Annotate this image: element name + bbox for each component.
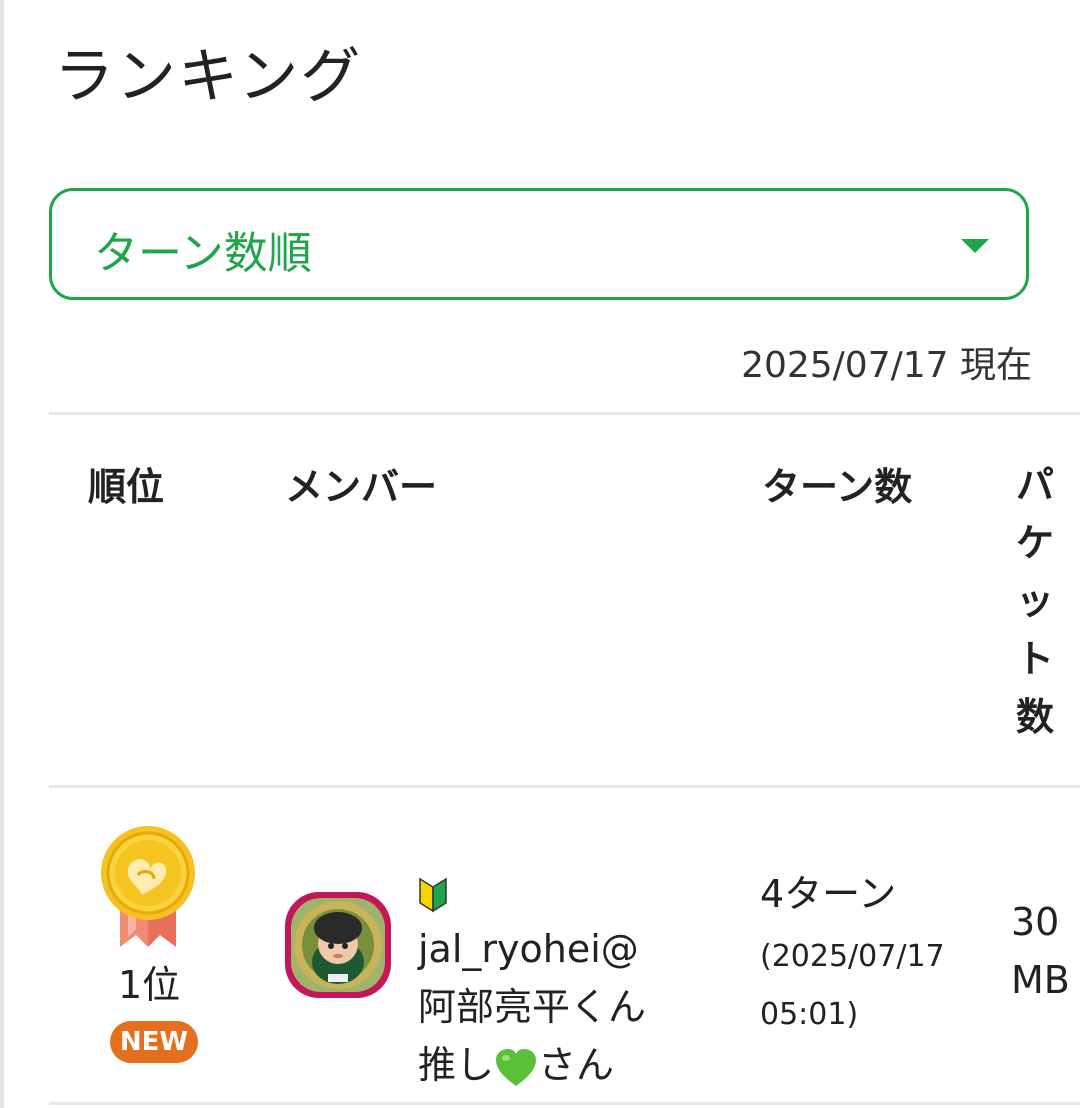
column-header-member: メンバー: [285, 465, 438, 509]
row-divider: [49, 1102, 1080, 1105]
column-header-rank: 順位: [88, 465, 165, 509]
table-top-divider: [49, 412, 1080, 415]
new-badge: NEW: [110, 1021, 198, 1063]
column-header-packets: パ ケ ッ ト 数: [1015, 463, 1054, 739]
left-edge-divider: [0, 0, 4, 1108]
turn-timestamp: (2025/07/17 05:01): [760, 939, 945, 1032]
avatar[interactable]: [283, 890, 393, 1000]
sort-selected-label: ターン数順: [94, 228, 312, 279]
sort-dropdown[interactable]: ターン数順: [49, 188, 1029, 300]
caret-down-icon: [961, 239, 989, 253]
as-of-date: 2025/07/17 現在: [741, 345, 1032, 386]
column-header-turns: ターン数: [762, 465, 913, 509]
rank-label: 1位: [118, 963, 181, 1007]
beginner-mark-icon: [419, 877, 447, 912]
turn-count: 4ターン: [760, 872, 897, 916]
green-heart-icon: [496, 1048, 537, 1086]
gold-medal-icon: [101, 826, 195, 947]
page-title: ランキング: [54, 42, 363, 112]
member-name[interactable]: jal_ryohei@ 阿部亮平くん 推し さん: [418, 862, 668, 1094]
packet-count: 30 MB: [1011, 900, 1070, 1002]
header-row-divider: [49, 785, 1080, 788]
